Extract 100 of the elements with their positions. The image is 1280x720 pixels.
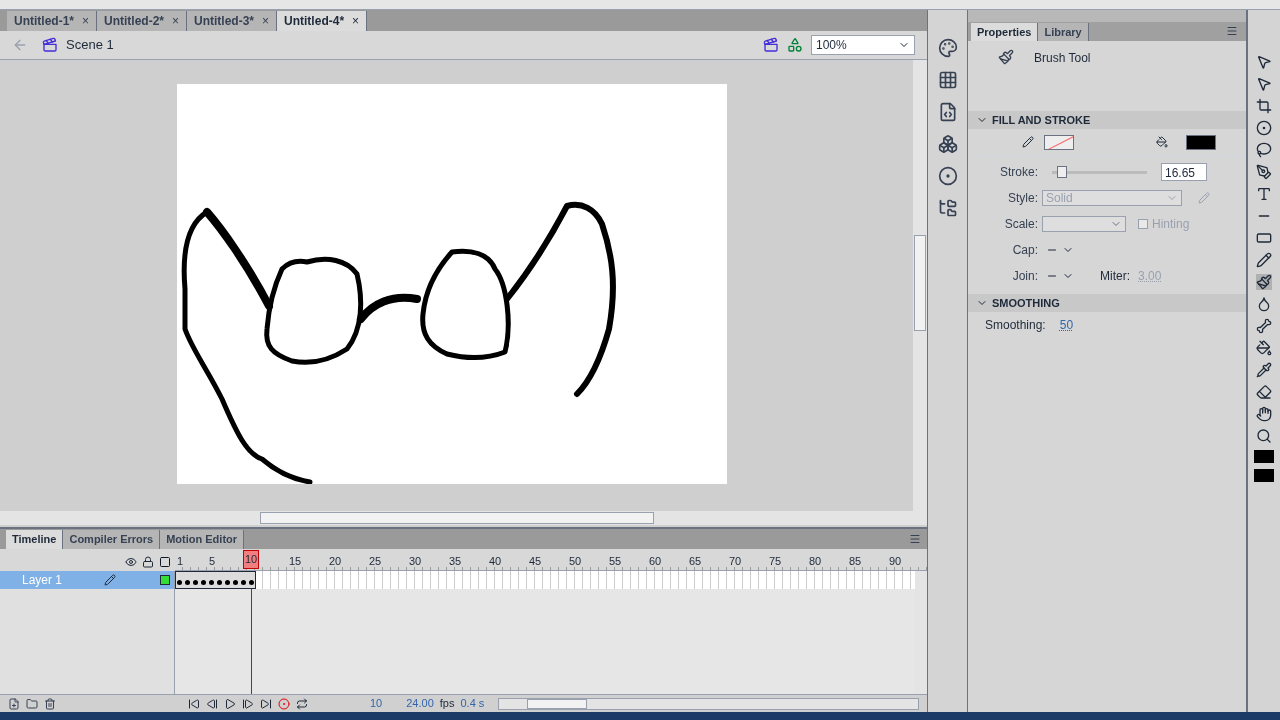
field-label: Miter: [1100,268,1130,285]
panel-tab[interactable]: Compiler Errors [63,530,161,549]
field-label: Smoothing: [985,317,1046,334]
stroke-color-swatch[interactable] [1044,134,1074,150]
frame-number: 20 [329,554,342,569]
field-label: Cap: [1011,242,1038,259]
trash-icon[interactable] [44,697,56,710]
grid-icon[interactable] [937,70,958,90]
section-header[interactable]: FILL AND STROKE [968,111,1246,129]
menu-icon[interactable] [909,533,921,545]
document-tab[interactable]: Untitled-2* × [97,11,188,31]
scrollbar-thumb[interactable] [914,235,926,331]
text-tool-icon[interactable] [1256,186,1272,202]
clapperboard-icon[interactable] [42,37,58,53]
frame-number: 85 [849,554,862,569]
horizontal-scrollbar[interactable] [0,511,927,525]
close-icon[interactable]: × [352,12,360,30]
loop-icon[interactable] [296,697,308,710]
frame-number: 80 [809,554,822,569]
field-label: Join: [1011,268,1038,285]
subselection-tool-icon[interactable] [1256,76,1272,92]
field-label: Scale: [1003,216,1038,233]
eye-icon[interactable] [125,556,137,568]
zoom-dropdown[interactable]: 100% [811,35,915,55]
pencil-icon[interactable] [1022,136,1034,148]
last-frame-icon[interactable] [260,697,272,710]
eraser-tool-icon[interactable] [1256,384,1272,400]
document-tab[interactable]: Untitled-3* × [187,11,278,31]
stroke-input[interactable]: 16.65 [1161,163,1207,181]
panel-tab[interactable]: Motion Editor [160,530,245,549]
outline-icon[interactable] [159,556,171,568]
frame-number: 65 [689,554,702,569]
next-frame-icon[interactable] [242,697,254,710]
vertical-scrollbar[interactable] [915,571,927,694]
brush-tool-icon[interactable] [1256,274,1272,290]
current-frame-value[interactable]: 10 [370,695,383,712]
palette-icon[interactable] [937,38,958,58]
frame-rate-unit: fps [439,696,455,712]
pen-tool-icon[interactable] [1256,164,1272,180]
document-tab[interactable]: Untitled-1* × [7,11,97,31]
vertical-scrollbar[interactable] [913,60,927,511]
new-layer-icon[interactable] [8,697,20,710]
boxes-icon[interactable] [937,134,958,154]
scene-label: Scene 1 [66,36,114,55]
play-icon[interactable] [224,697,236,710]
slider-thumb[interactable] [1056,165,1067,178]
keyframe-span[interactable] [175,571,256,589]
paint-bucket-tool-icon[interactable] [1256,340,1272,356]
fill-color-swatch[interactable] [1186,134,1216,150]
scrollbar-thumb[interactable] [527,698,588,709]
frame-number: 35 [449,554,462,569]
rectangle-tool-icon[interactable] [1256,230,1272,246]
frame-number: 90 [889,554,902,569]
fill-color-swatch[interactable] [1254,469,1274,482]
clapperboard-icon[interactable] [763,37,779,53]
close-icon[interactable]: × [82,12,89,30]
frame-number: 25 [369,554,382,569]
frame-number: 60 [649,554,662,569]
lasso-tool-icon[interactable] [1256,142,1272,158]
field-label: Stroke: [999,164,1038,181]
timeline-scrollbar[interactable] [498,697,919,710]
pencil-icon[interactable] [104,574,116,586]
selection-tool-icon[interactable] [1256,54,1272,70]
smoothing-value[interactable]: 50 [1059,316,1074,334]
zoom-tool-icon[interactable] [1256,428,1272,444]
panel-tab[interactable]: Timeline [6,530,64,549]
close-icon[interactable]: × [172,12,180,30]
frame-number: 55 [609,554,622,569]
brush-icon [998,49,1014,65]
section-title: SMOOTHING [992,295,1060,311]
first-frame-icon[interactable] [188,697,200,710]
close-icon[interactable]: × [262,12,270,30]
paint-bucket-icon[interactable] [1156,136,1168,148]
outline-color-swatch[interactable] [160,575,170,585]
pencil-tool-icon[interactable] [1256,252,1272,268]
eyedropper-tool-icon[interactable] [1256,362,1272,378]
hand-tool-icon[interactable] [1256,406,1272,422]
frame-strip[interactable] [175,571,915,589]
folder-icon[interactable] [26,697,38,710]
section-header[interactable]: SMOOTHING [968,294,1246,312]
frame-number: 75 [769,554,782,569]
section-title: FILL AND STROKE [992,112,1091,128]
frame-number: 45 [529,554,542,569]
panel-tab[interactable]: Properties [971,23,1039,41]
menu-icon[interactable] [1226,25,1238,37]
frame-number: 70 [729,554,742,569]
frame-number: 1 [177,554,184,569]
frame-rate-value[interactable]: 24.00 [406,695,434,712]
scrollbar-thumb[interactable] [260,512,654,524]
panel-tab[interactable]: Library [1038,23,1089,41]
frame-number: 30 [409,554,422,569]
lock-icon[interactable] [142,556,154,568]
previous-frame-icon[interactable] [206,697,218,710]
folder-icon[interactable] [937,198,958,218]
frame-number: 50 [569,554,582,569]
stroke-color-swatch[interactable] [1254,450,1274,463]
shapes-icon[interactable] [787,37,803,53]
playhead-marker[interactable]: 10 [243,550,260,569]
document-tab[interactable]: Untitled-4* × [277,11,368,31]
bone-tool-icon[interactable] [1256,318,1272,334]
